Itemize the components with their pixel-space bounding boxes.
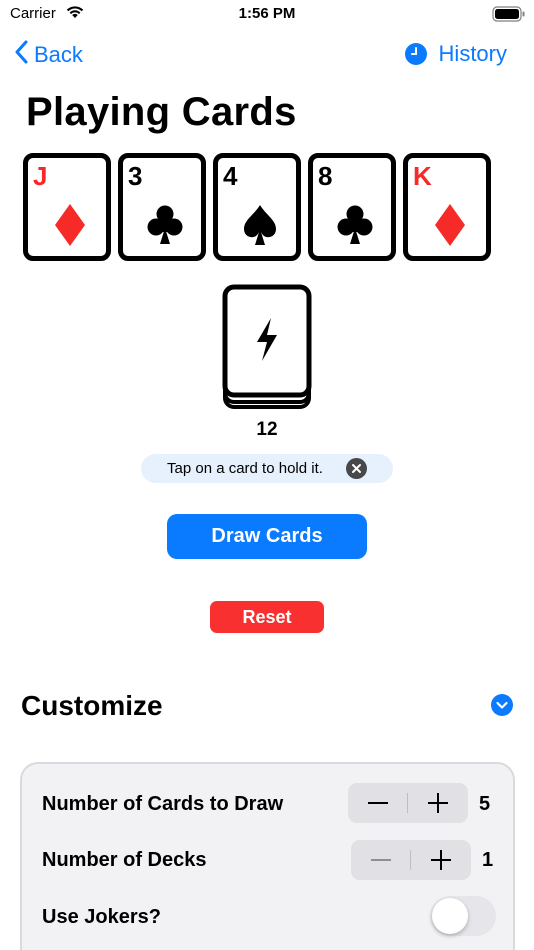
decrement-button[interactable] [351, 840, 411, 880]
decks-label: Number of Decks [42, 849, 207, 871]
cards-to-draw-stepper [348, 783, 468, 823]
diamond-icon [432, 202, 468, 248]
card-rank: J [33, 161, 48, 191]
decrement-button[interactable] [348, 783, 408, 823]
history-button[interactable]: History [404, 41, 507, 67]
back-button-label: Back [34, 42, 83, 67]
diamond-icon [52, 202, 88, 248]
playing-card-4[interactable]: 8 [308, 153, 396, 261]
playing-card-1[interactable]: J [23, 153, 111, 261]
jokers-toggle[interactable] [430, 896, 496, 936]
playing-card-3[interactable]: 4 [213, 153, 301, 261]
decks-value: 1 [482, 849, 494, 871]
status-bar: Carrier 1:56 PM [0, 0, 534, 30]
clock-time: 1:56 PM [238, 5, 296, 22]
decks-stepper [351, 840, 471, 880]
hold-hint-banner: Tap on a card to hold it. [141, 454, 393, 483]
card-rank: 3 [128, 161, 143, 191]
history-button-label: History [438, 41, 507, 66]
spade-icon [242, 202, 278, 248]
club-icon [337, 202, 373, 248]
card-rank: 8 [318, 161, 333, 191]
card-rank: 4 [223, 161, 238, 191]
chevron-left-icon [14, 40, 34, 70]
increment-button[interactable] [408, 783, 468, 823]
clock-icon [404, 43, 427, 65]
back-button[interactable]: Back [14, 40, 83, 70]
card-deck[interactable] [222, 284, 312, 410]
reset-button[interactable]: Reset [210, 601, 324, 633]
deck-remaining-count: 12 [256, 419, 278, 440]
toggle-knob [432, 898, 468, 934]
cards-to-draw-value: 5 [479, 793, 491, 815]
hand-cards: J 3 4 8 K [23, 153, 491, 261]
customize-section-title: Customize [21, 690, 163, 721]
cards-to-draw-label: Number of Cards to Draw [42, 793, 284, 815]
draw-cards-button[interactable]: Draw Cards [167, 514, 367, 559]
minus-icon [368, 802, 388, 804]
club-icon [147, 202, 183, 248]
close-icon[interactable] [346, 458, 367, 479]
jokers-label: Use Jokers? [42, 906, 161, 928]
minus-icon [371, 859, 391, 861]
settings-panel: Number of Cards to Draw 5 Number of Deck… [20, 762, 515, 950]
page-title: Playing Cards [26, 90, 297, 134]
playing-card-2[interactable]: 3 [118, 153, 206, 261]
hint-text: Tap on a card to hold it. [167, 460, 323, 477]
increment-button[interactable] [411, 840, 471, 880]
battery-icon [492, 6, 526, 22]
chevron-down-icon[interactable] [491, 694, 513, 716]
playing-card-5[interactable]: K [403, 153, 491, 261]
card-rank: K [413, 161, 432, 191]
navigation-bar: Back History [0, 36, 534, 76]
